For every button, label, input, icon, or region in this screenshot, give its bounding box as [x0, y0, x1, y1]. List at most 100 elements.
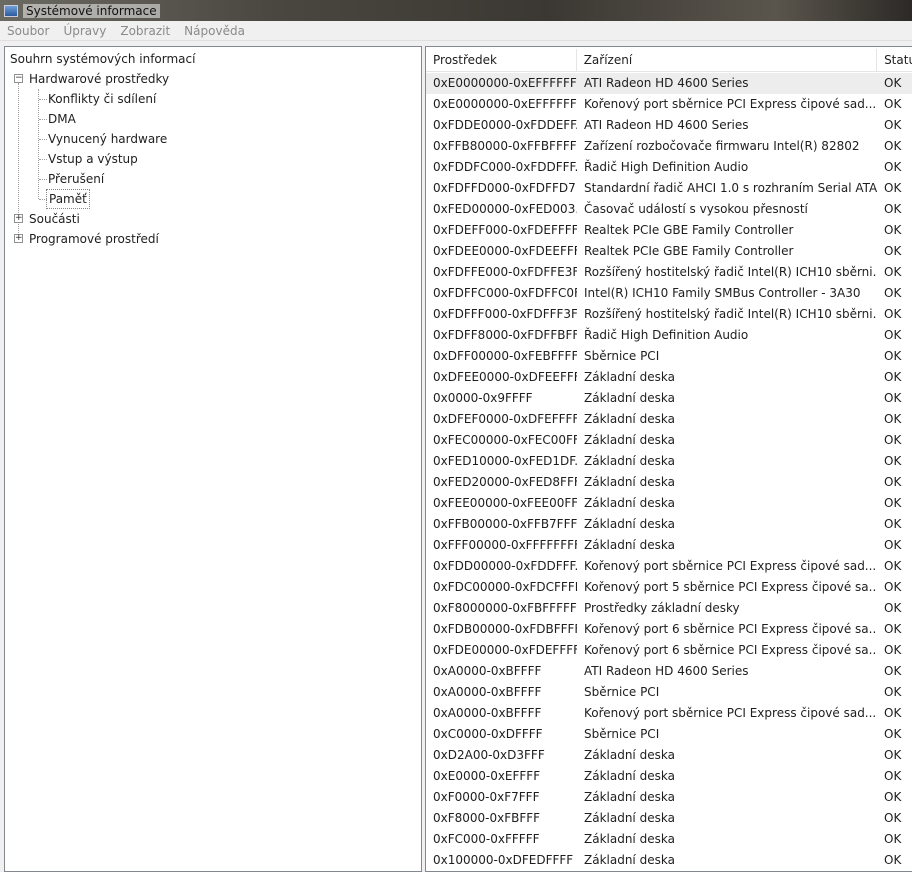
cell-resource: 0xFED10000-0xFED1DF...: [433, 454, 577, 468]
table-row[interactable]: 0xFDEFF000-0xFDEFFFFF Realtek PCIe GBE Fa…: [426, 220, 912, 241]
cell-status: OK: [884, 118, 902, 132]
tree-item-hardware[interactable]: Hardwarové prostředky: [29, 69, 169, 89]
cell-resource: 0xDFEE0000-0xDFEEFFFF: [433, 370, 577, 384]
cell-status: OK: [884, 286, 902, 300]
cell-resource: 0xFED00000-0xFED003...: [433, 202, 577, 216]
table-row[interactable]: 0xFED00000-0xFED003... Časovač událostí s…: [426, 199, 912, 220]
cell-status: OK: [884, 538, 902, 552]
menu-upravy[interactable]: Úpravy: [56, 24, 113, 38]
cell-resource: 0xFDB00000-0xFDBFFFFF: [433, 622, 577, 636]
table-row[interactable]: 0xFED10000-0xFED1DF... Základní deska OK: [426, 451, 912, 472]
table-row[interactable]: 0xE0000000-0xEFFFFFFF Kořenový port sběrn…: [426, 94, 912, 115]
column-header-status[interactable]: Statu: [877, 49, 912, 72]
table-row[interactable]: 0xFFB00000-0xFFB7FFFF Základní deska OK: [426, 514, 912, 535]
table-row[interactable]: 0xFDE00000-0xFDEFFFFF Kořenový port 6 sbě…: [426, 640, 912, 661]
cell-resource: 0xF8000-0xFBFFF: [433, 811, 541, 825]
table-row[interactable]: 0xA0000-0xBFFFF Sběrnice PCI OK: [426, 682, 912, 703]
table-row[interactable]: 0xE0000-0xEFFFF Základní deska OK: [426, 766, 912, 787]
table-header: Prostředek Zařízení Statu: [426, 49, 912, 72]
tree-line: [39, 159, 47, 160]
cell-resource: 0xA0000-0xBFFFF: [433, 685, 542, 699]
table-row[interactable]: 0xA0000-0xBFFFF ATI Radeon HD 4600 Series…: [426, 661, 912, 682]
table-row[interactable]: 0xD2A00-0xD3FFF Základní deska OK: [426, 745, 912, 766]
tree-item-io[interactable]: Vstup a výstup: [48, 149, 138, 169]
menu-soubor[interactable]: Soubor: [0, 24, 56, 38]
table-row[interactable]: 0xFDDFC000-0xFDDFFF... Řadič High Definit…: [426, 157, 912, 178]
cell-status: OK: [884, 391, 902, 405]
cell-device: Realtek PCIe GBE Family Controller: [584, 244, 794, 258]
tree-line: [39, 119, 47, 120]
window-title: Systémové informace: [23, 3, 160, 18]
cell-device: Rozšířený hostitelský řadič Intel(R) ICH…: [584, 307, 877, 321]
expand-icon[interactable]: +: [14, 214, 23, 223]
table-row[interactable]: 0xFDD00000-0xFDDFFF... Kořenový port sběr…: [426, 556, 912, 577]
cell-status: OK: [884, 517, 902, 531]
table-row[interactable]: 0xFFF00000-0xFFFFFFFF Základní deska OK: [426, 535, 912, 556]
cell-device: ATI Radeon HD 4600 Series: [584, 76, 749, 90]
tree-item-forced-hardware[interactable]: Vynucený hardware: [48, 129, 167, 149]
table-row[interactable]: 0x0000-0x9FFFF Základní deska OK: [426, 388, 912, 409]
table-row[interactable]: 0xFEE00000-0xFEE00FFF Základní deska OK: [426, 493, 912, 514]
table-row[interactable]: 0xFDFFC000-0xFDFFC0FF Intel(R) ICH10 Fami…: [426, 283, 912, 304]
cell-resource: 0xFDFFF000-0xFDFFF3FF: [433, 307, 577, 321]
tree-item-software[interactable]: Programové prostředí: [29, 229, 159, 249]
tree-item-irq[interactable]: Přerušení: [48, 169, 104, 189]
cell-device: ATI Radeon HD 4600 Series: [584, 118, 749, 132]
expand-icon[interactable]: +: [14, 234, 23, 243]
cell-resource: 0x0000-0x9FFFF: [433, 391, 533, 405]
cell-status: OK: [884, 622, 902, 636]
tree-line: [38, 89, 39, 199]
cell-device: Kořenový port 6 sběrnice PCI Express čip…: [584, 622, 877, 636]
table-row[interactable]: 0xFDFFE000-0xFDFFE3FF Rozšířený hostitels…: [426, 262, 912, 283]
table-row[interactable]: 0xF8000000-0xFBFFFFFF Prostředky základní…: [426, 598, 912, 619]
column-header-device[interactable]: Zařízení: [577, 49, 878, 72]
table-row[interactable]: 0xFDFF8000-0xFDFFBFFF Řadič High Definiti…: [426, 325, 912, 346]
table-row[interactable]: 0xFDC00000-0xFDCFFFFF Kořenový port 5 sbě…: [426, 577, 912, 598]
cell-resource: 0xDFEF0000-0xDFEFFFFF: [433, 412, 577, 426]
cell-resource: 0xE0000-0xEFFFF: [433, 769, 541, 783]
tree-item-dma[interactable]: DMA: [48, 109, 76, 129]
cell-resource: 0xFDE00000-0xFDEFFFFF: [433, 643, 577, 657]
cell-device: Sběrnice PCI: [584, 349, 660, 363]
table-row[interactable]: 0xFC000-0xFFFFF Základní deska OK: [426, 829, 912, 850]
menu-zobrazit[interactable]: Zobrazit: [113, 24, 177, 38]
table-row[interactable]: 0xFEC00000-0xFEC00FFF Základní deska OK: [426, 430, 912, 451]
cell-resource: 0xFFB00000-0xFFB7FFFF: [433, 517, 577, 531]
table-row[interactable]: 0xDFF00000-0xFEBFFFFF Sběrnice PCI OK: [426, 346, 912, 367]
table-row[interactable]: 0xDFEE0000-0xDFEEFFFF Základní deska OK: [426, 367, 912, 388]
cell-device: Sběrnice PCI: [584, 727, 660, 741]
cell-resource: 0xF0000-0xF7FFF: [433, 790, 540, 804]
table-row[interactable]: 0xF0000-0xF7FFF Základní deska OK: [426, 787, 912, 808]
tree-item-memory[interactable]: Paměť: [46, 189, 90, 209]
table-row[interactable]: 0xE0000000-0xEFFFFFFF ATI Radeon HD 4600 …: [426, 73, 912, 94]
tree-item-conflicts[interactable]: Konflikty či sdílení: [48, 89, 156, 109]
table-row[interactable]: 0xF8000-0xFBFFF Základní deska OK: [426, 808, 912, 829]
table-row[interactable]: 0xC0000-0xDFFFF Sběrnice PCI OK: [426, 724, 912, 745]
cell-status: OK: [884, 244, 902, 258]
column-header-resource[interactable]: Prostředek: [426, 49, 577, 72]
cell-status: OK: [884, 202, 902, 216]
table-row[interactable]: 0xFDFFF000-0xFDFFF3FF Rozšířený hostitels…: [426, 304, 912, 325]
table-row[interactable]: 0xFDFFD000-0xFDFFD7... Standardní řadič A…: [426, 178, 912, 199]
cell-device: Zařízení rozbočovače firmwaru Intel(R) 8…: [584, 139, 860, 153]
table-row[interactable]: 0xDFEF0000-0xDFEFFFFF Základní deska OK: [426, 409, 912, 430]
cell-status: OK: [884, 685, 902, 699]
cell-resource: 0xC0000-0xDFFFF: [433, 727, 543, 741]
cell-resource: 0xFFB80000-0xFFBFFFFF: [433, 139, 577, 153]
cell-resource: 0xA0000-0xBFFFF: [433, 664, 542, 678]
table-row[interactable]: 0xFDEE0000-0xFDEEFFFF Realtek PCIe GBE Fa…: [426, 241, 912, 262]
tree-item-summary[interactable]: Souhrn systémových informací: [10, 49, 195, 69]
table-row[interactable]: 0xFED20000-0xFED8FFFF Základní deska OK: [426, 472, 912, 493]
table-row[interactable]: 0xFFB80000-0xFFBFFFFF Zařízení rozbočovač…: [426, 136, 912, 157]
category-tree[interactable]: Souhrn systémových informací − Hardwarov…: [4, 46, 422, 872]
menu-napoveda[interactable]: Nápověda: [177, 24, 252, 38]
resource-table[interactable]: Prostředek Zařízení Statu 0xE0000000-0xE…: [425, 46, 912, 872]
cell-resource: 0xFDFFD000-0xFDFFD7...: [433, 181, 577, 195]
cell-resource: 0xFDC00000-0xFDCFFFFF: [433, 580, 577, 594]
table-row[interactable]: 0xFDDE0000-0xFDDEFF... ATI Radeon HD 4600…: [426, 115, 912, 136]
table-row[interactable]: 0xA0000-0xBFFFF Kořenový port sběrnice PC…: [426, 703, 912, 724]
table-row[interactable]: 0xFDB00000-0xFDBFFFFF Kořenový port 6 sbě…: [426, 619, 912, 640]
tree-item-components[interactable]: Součásti: [29, 209, 80, 229]
table-row[interactable]: 0x100000-0xDFEDFFFF Základní deska OK: [426, 850, 912, 871]
collapse-icon[interactable]: −: [14, 74, 23, 83]
